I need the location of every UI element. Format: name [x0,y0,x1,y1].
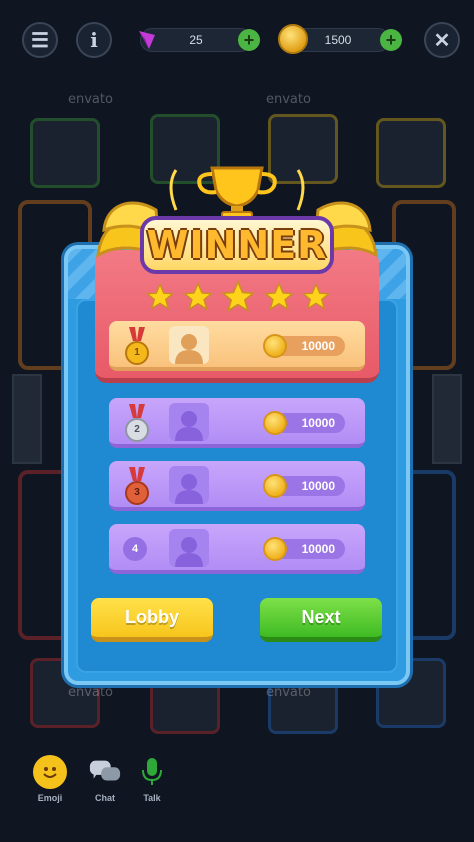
avatar [169,403,209,441]
close-icon: ✕ [433,29,451,52]
coin-icon [263,334,287,358]
right-arrow-lane [432,374,462,464]
rank-badge: 4 [123,537,147,561]
rank-label: 2 [134,424,140,435]
add-gems-button[interactable]: + [238,29,260,51]
emoji-label: Emoji [37,793,63,803]
watermark: envato [266,92,311,107]
chat-label: Chat [95,793,115,803]
star-icon [301,282,331,310]
menu-button[interactable]: ☰ [22,22,58,58]
avatar [169,326,209,364]
watermark: envato [68,92,113,107]
player-row-3: 3 10000 [109,461,365,511]
player-row-4: 4 10000 [109,524,365,574]
green-home-square [30,118,100,188]
player-row-2: 2 10000 [109,398,365,448]
rank-label: 4 [131,543,139,555]
add-coins-button[interactable]: + [380,29,402,51]
star-icon [263,281,294,311]
plus-icon: + [385,30,397,50]
chat-button[interactable]: Chat [80,755,130,803]
emoji-button[interactable]: Emoji [25,755,75,803]
close-button[interactable]: ✕ [424,22,460,58]
coin-icon [263,537,287,561]
user-avatar-icon [175,474,203,504]
rating-stars [145,280,331,314]
rank-label: 1 [134,347,140,358]
score-pill: 10000 [263,537,345,561]
coin-icon [263,411,287,435]
score-value: 10000 [301,479,335,493]
hamburger-menu-icon: ☰ [31,29,49,52]
score-pill: 10000 [263,474,345,498]
score-pill: 10000 [263,411,345,435]
chat-icon [88,755,122,789]
watermark: envato [68,685,113,700]
next-button[interactable]: Next [260,598,382,642]
lobby-button[interactable]: Lobby [91,598,213,642]
winner-title: WINNER [140,216,334,274]
yellow-home-square [376,118,446,188]
avatar [169,466,209,504]
avatar [169,529,209,567]
star-icon [145,282,175,310]
talk-label: Talk [143,793,161,803]
top-bar: ☰ i 25 + 1500 + ✕ [0,20,474,60]
gem-icon [132,24,162,54]
user-avatar-icon [175,334,203,364]
emoji-icon [33,755,67,789]
user-avatar-icon [175,411,203,441]
star-icon [182,281,213,311]
score-value: 10000 [301,542,335,556]
gems-value: 25 [189,33,203,47]
coin-icon [263,474,287,498]
microphone-icon [135,755,169,789]
plus-icon: + [243,30,255,50]
player-row-1: 1 10000 [109,321,365,371]
talk-button[interactable]: Talk [127,755,177,803]
score-value: 10000 [301,416,335,430]
score-value: 10000 [301,339,335,353]
coin-icon [278,24,308,54]
info-button[interactable]: i [76,22,112,58]
user-avatar-icon [175,537,203,567]
left-arrow-lane [12,374,42,464]
star-icon [221,280,255,313]
rank-label: 3 [134,487,140,498]
coins-value: 1500 [324,33,352,47]
info-icon: i [90,28,98,52]
watermark: envato [266,685,311,700]
score-pill: 10000 [263,334,345,358]
